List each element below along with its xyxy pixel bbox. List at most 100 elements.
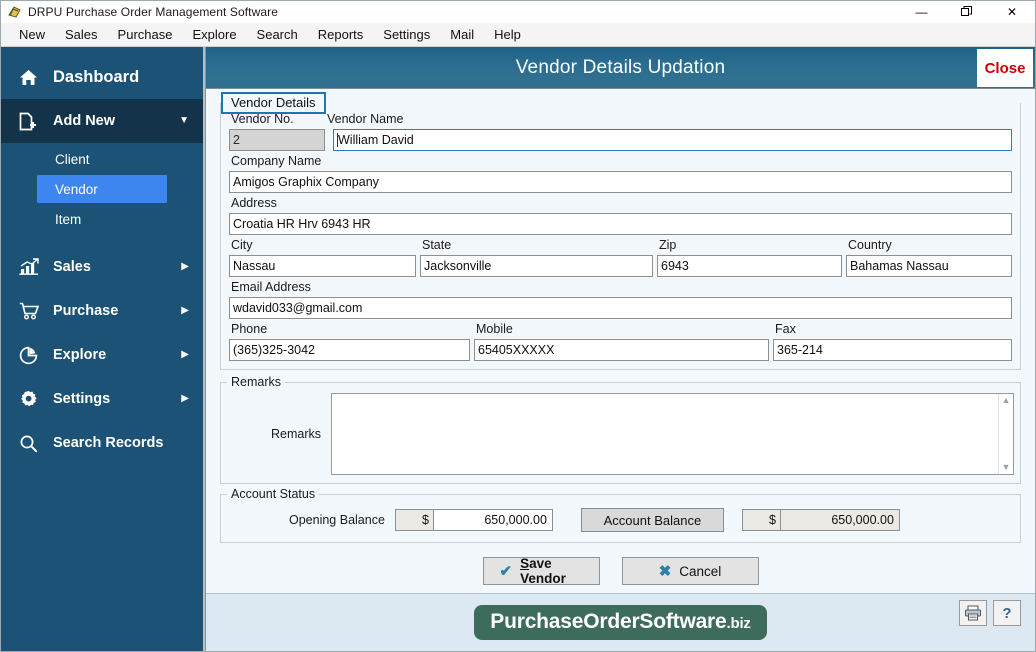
company-name-input[interactable]: Amigos Graphix Company <box>229 171 1012 193</box>
sidebar-item-dashboard[interactable]: Dashboard <box>1 55 203 99</box>
content-area: Vendor Details Updation Close Vendor Det… <box>205 47 1035 651</box>
menu-item-search[interactable]: Search <box>247 25 308 44</box>
address-input[interactable]: Croatia HR Hrv 6943 HR <box>229 213 1012 235</box>
remarks-row: Remarks ▲ ▼ <box>227 393 1014 475</box>
vendor-name-input[interactable]: William David <box>333 129 1012 151</box>
bar-chart-icon <box>19 258 45 276</box>
zip-input[interactable]: 6943 <box>657 255 842 277</box>
sidebar-item-add-new[interactable]: Add New ▼ <box>1 99 203 143</box>
sidebar-sublabel-item: Item <box>55 211 82 227</box>
label-state: State <box>422 238 452 252</box>
scroll-down-icon[interactable]: ▼ <box>1002 463 1011 472</box>
label-address: Address <box>231 196 277 210</box>
row-vendor-inputs: 2 William David <box>229 129 1012 151</box>
fax-input[interactable]: 365-214 <box>773 339 1012 361</box>
label-vendor-name: Vendor Name <box>327 112 404 126</box>
remarks-group: Remarks Remarks ▲ ▼ <box>220 375 1021 484</box>
label-zip: Zip <box>659 238 677 252</box>
sidebar-item-purchase[interactable]: Purchase ▶ <box>1 289 203 333</box>
menu-item-settings[interactable]: Settings <box>373 25 440 44</box>
menu-item-help[interactable]: Help <box>484 25 531 44</box>
vendor-name-value: William David <box>338 133 414 147</box>
city-input[interactable]: Nassau <box>229 255 416 277</box>
brand-name: PurchaseOrderSoftware <box>490 610 727 633</box>
row-vendor-no-name: Vendor No. Vendor Name <box>229 109 1012 129</box>
chevron-right-icon-settings: ▶ <box>181 393 189 404</box>
chevron-right-icon-sales: ▶ <box>181 261 189 272</box>
form-actions: ✔ Save Vendor ✖ Cancel <box>220 543 1021 593</box>
vendor-no-input[interactable]: 2 <box>229 129 325 151</box>
sidebar-item-sales[interactable]: Sales ▶ <box>1 245 203 289</box>
label-remarks: Remarks <box>270 427 321 441</box>
sidebar-item-search-records[interactable]: Search Records <box>1 421 203 465</box>
form-panel: Vendor Details Vendor No. Vendor Name 2 <box>206 89 1035 593</box>
label-opening-balance: Opening Balance <box>289 513 385 527</box>
chevron-right-icon-purchase: ▶ <box>181 305 189 316</box>
file-plus-icon <box>19 112 45 131</box>
sidebar-label-sales: Sales <box>53 259 91 275</box>
menu-item-new[interactable]: New <box>9 25 55 44</box>
cancel-label: Cancel <box>679 563 722 579</box>
title-bar: DRPU Purchase Order Management Software … <box>1 1 1035 23</box>
opening-balance-input[interactable]: 650,000.00 <box>432 509 553 531</box>
phone-input[interactable]: (365)325-3042 <box>229 339 470 361</box>
print-button[interactable] <box>959 600 987 626</box>
main-body: Dashboard Add New ▼ Client Vendor Item S… <box>1 47 1035 651</box>
mobile-input[interactable]: 65405XXXXX <box>474 339 769 361</box>
close-button[interactable]: ✕ <box>989 1 1035 23</box>
sidebar-subitem-client[interactable]: Client <box>37 145 167 173</box>
scroll-up-icon[interactable]: ▲ <box>1002 396 1011 405</box>
magnifier-icon <box>19 434 45 453</box>
sidebar-label-add-new: Add New <box>53 113 116 129</box>
label-fax: Fax <box>775 322 796 336</box>
sidebar-item-explore[interactable]: Explore ▶ <box>1 333 203 377</box>
page-title: Vendor Details Updation <box>515 56 726 78</box>
account-balance-currency: $ <box>741 509 780 531</box>
sidebar-label-dashboard: Dashboard <box>53 67 140 86</box>
question-mark-icon: ? <box>1002 604 1012 622</box>
menu-item-explore[interactable]: Explore <box>182 25 246 44</box>
account-status-group: Account Status Opening Balance $ 650,000… <box>220 487 1021 543</box>
account-balance-button[interactable]: Account Balance <box>580 508 724 532</box>
sidebar-item-settings[interactable]: Settings ▶ <box>1 377 203 421</box>
sidebar-subitem-vendor[interactable]: Vendor <box>37 175 167 203</box>
email-input[interactable]: wdavid033@gmail.com <box>229 297 1012 319</box>
row-location-labels: City State Zip Country <box>229 235 1012 255</box>
minimize-button[interactable]: — <box>899 1 944 23</box>
remarks-textarea[interactable]: ▲ ▼ <box>331 393 1014 475</box>
sidebar-label-purchase: Purchase <box>53 303 119 319</box>
menu-item-reports[interactable]: Reports <box>308 25 374 44</box>
chevron-down-icon: ▼ <box>179 115 189 126</box>
menu-item-purchase[interactable]: Purchase <box>108 25 183 44</box>
label-mobile: Mobile <box>476 322 513 336</box>
menu-item-mail[interactable]: Mail <box>440 25 484 44</box>
help-button[interactable]: ? <box>993 600 1021 626</box>
brand-tld: .biz <box>726 615 751 632</box>
account-status-row: Opening Balance $ 650,000.00 Account Bal… <box>227 503 1014 536</box>
cancel-button[interactable]: ✖ Cancel <box>621 557 759 585</box>
tab-vendor-details[interactable]: Vendor Details <box>221 92 326 114</box>
sidebar-label-search-records: Search Records <box>53 435 164 451</box>
save-vendor-label: Save Vendor <box>520 556 582 586</box>
country-input[interactable]: Bahamas Nassau <box>846 255 1012 277</box>
sidebar-label-explore: Explore <box>53 347 107 363</box>
label-email: Email Address <box>231 280 311 294</box>
label-country: Country <box>848 238 892 252</box>
remarks-scrollbar[interactable]: ▲ ▼ <box>998 394 1013 474</box>
close-form-button[interactable]: Close <box>977 49 1033 87</box>
sidebar-subitem-item[interactable]: Item <box>37 205 167 233</box>
save-vendor-button[interactable]: ✔ Save Vendor <box>482 556 600 586</box>
account-status-legend: Account Status <box>227 487 320 501</box>
sidebar-label-settings: Settings <box>53 391 111 407</box>
state-input[interactable]: Jacksonville <box>420 255 653 277</box>
check-icon: ✔ <box>499 562 513 580</box>
opening-balance-currency: $ <box>394 509 433 531</box>
row-location-inputs: Nassau Jacksonville 6943 Bahamas Nassau <box>229 255 1012 277</box>
menu-item-sales[interactable]: Sales <box>55 25 108 44</box>
row-contact-inputs: (365)325-3042 65405XXXXX 365-214 <box>229 339 1012 361</box>
label-phone: Phone <box>231 322 268 336</box>
restore-button[interactable] <box>944 1 989 23</box>
save-accel-letter: S <box>520 556 530 571</box>
application-window: DRPU Purchase Order Management Software … <box>0 0 1036 652</box>
